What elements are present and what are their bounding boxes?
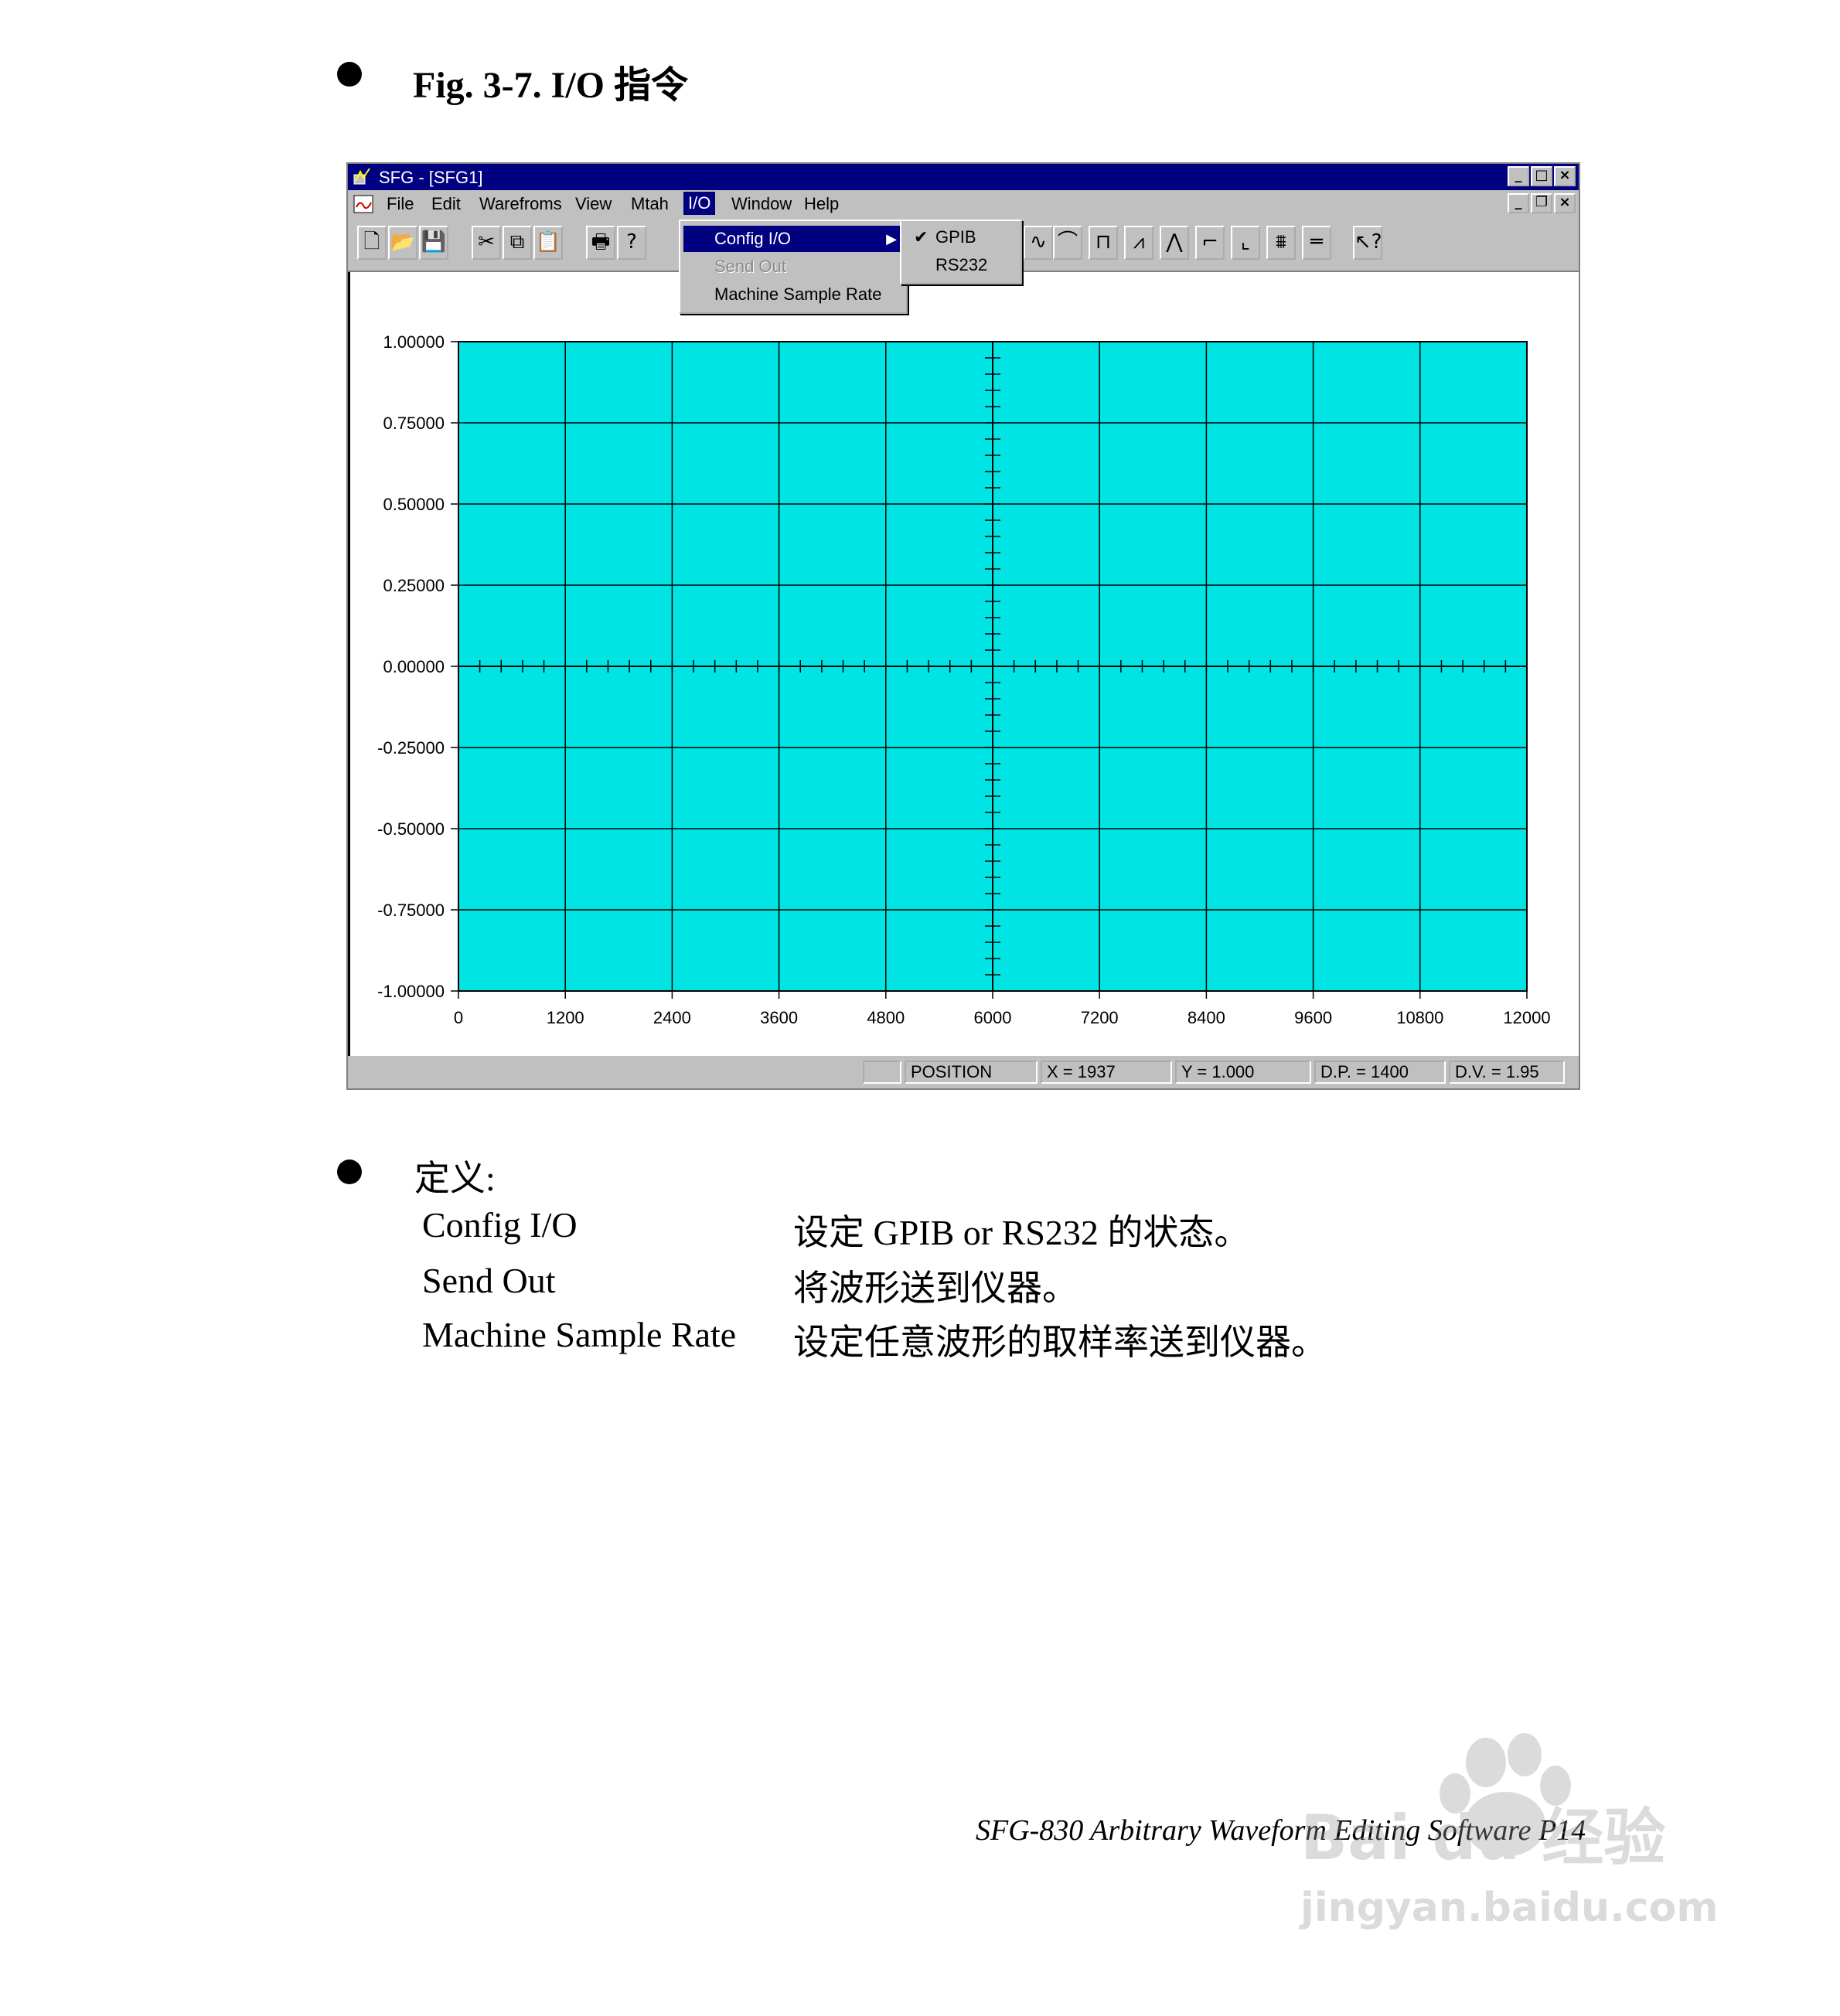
menu-edit[interactable]: Edit — [431, 194, 461, 214]
definition-term: Machine Sample Rate — [422, 1315, 737, 1354]
exp-fall-icon[interactable]: ⌞ — [1231, 226, 1260, 260]
x-tick-label: 1200 — [547, 1008, 584, 1027]
x-tick-label: 3600 — [760, 1008, 798, 1027]
x-tick-label: 8400 — [1187, 1008, 1225, 1027]
status-blank — [863, 1061, 901, 1084]
definition-term: Send Out — [422, 1261, 556, 1300]
x-tick-label: 10800 — [1396, 1008, 1443, 1027]
definition-desc: 设定任意波形的取样率送到仪器。 — [793, 1323, 1327, 1362]
maximize-icon[interactable]: □ — [1531, 166, 1552, 186]
exp-rise-icon[interactable]: ⌐ — [1195, 226, 1225, 260]
app-icon — [353, 168, 370, 185]
definitions-bullet — [337, 1160, 362, 1184]
window-title: SFG - [SFG1] — [379, 168, 483, 187]
x-tick-label: 6000 — [974, 1008, 1012, 1027]
menu-help[interactable]: Help — [804, 194, 839, 214]
y-tick-label: -0.50000 — [377, 819, 445, 839]
io-menu-dropdown: Config I/O ▶ Send Out Machine Sample Rat… — [679, 220, 908, 314]
child-minimize-icon[interactable]: _ — [1508, 193, 1529, 213]
menu-mtah[interactable]: Mtah — [631, 194, 669, 214]
close-icon[interactable]: × — [1554, 166, 1576, 186]
menu-machine-sample-rate[interactable]: Machine Sample Rate — [683, 281, 903, 308]
document-icon[interactable] — [353, 193, 374, 215]
print-icon[interactable]: 🖶 — [586, 226, 615, 260]
x-tick-label: 0 — [454, 1008, 463, 1027]
x-tick-label: 7200 — [1081, 1008, 1119, 1027]
heading-bullet — [337, 62, 362, 87]
status-y: Y = 1.000 — [1175, 1061, 1311, 1084]
menu-send-out[interactable]: Send Out — [683, 254, 903, 280]
y-tick-label: 0.25000 — [383, 576, 445, 595]
menu-window[interactable]: Window — [731, 194, 792, 214]
definition-term: Config I/O — [422, 1205, 578, 1245]
menu-file[interactable]: File — [387, 194, 414, 214]
dc-icon[interactable]: ═ — [1302, 226, 1331, 260]
y-tick-label: -0.25000 — [377, 738, 445, 758]
watermark-logo-text: Bai du 经验 — [1300, 1802, 1665, 1874]
config-io-submenu: ✔ GPIB RS232 — [900, 220, 1022, 284]
context-help-icon[interactable]: ↖? — [1353, 226, 1382, 260]
menu-io[interactable]: I/O — [683, 192, 716, 215]
menu-gpib[interactable]: ✔ GPIB — [905, 224, 1017, 250]
noise-icon[interactable]: ⩩ — [1266, 226, 1296, 260]
submenu-arrow-icon: ▶ — [886, 231, 897, 247]
paste-icon[interactable]: 📋 — [533, 226, 563, 260]
x-tick-label: 12000 — [1503, 1008, 1550, 1027]
square-icon[interactable]: ⊓ — [1089, 226, 1118, 260]
status-dp: D.P. = 1400 — [1314, 1061, 1446, 1084]
y-tick-label: 0.75000 — [383, 414, 445, 433]
x-tick-label: 2400 — [653, 1008, 691, 1027]
menu-config-io[interactable]: Config I/O ▶ — [683, 226, 903, 252]
y-tick-label: -0.75000 — [377, 901, 445, 920]
app-window: SFG - [SFG1] _ □ × File Edit Warefroms V… — [346, 162, 1580, 1090]
open-icon[interactable]: 📂 — [388, 226, 417, 260]
definition-desc: 设定 GPIB or RS232 的状态。 — [793, 1213, 1250, 1252]
save-icon[interactable]: 💾 — [419, 226, 448, 260]
child-close-icon[interactable]: × — [1554, 193, 1576, 213]
y-tick-label: 1.00000 — [383, 332, 445, 352]
status-dv: D.V. = 1.95 — [1449, 1061, 1565, 1084]
baidu-watermark-logo: Bai du 经验 jingyan.baidu.com — [1299, 1733, 1719, 1931]
checkmark-icon: ✔ — [914, 227, 929, 247]
sine-icon[interactable]: ∿ — [1024, 226, 1053, 260]
x-tick-label: 9600 — [1294, 1008, 1332, 1027]
status-x: X = 1937 — [1041, 1061, 1172, 1084]
menu-rs232[interactable]: RS232 — [905, 252, 1017, 278]
minimize-icon[interactable]: _ — [1508, 166, 1529, 186]
definition-desc: 将波形送到仪器。 — [793, 1269, 1078, 1308]
cut-icon[interactable]: ✂ — [472, 226, 501, 260]
chart-area[interactable]: 0 1200 2400 3600 4800 6000 7200 8400 9600 10800 12… — [348, 272, 1579, 1056]
help-icon[interactable]: ? — [617, 226, 646, 260]
copy-icon[interactable]: ⧉ — [503, 226, 532, 260]
status-bar: POSITION X = 1937 Y = 1.000 D.P. = 1400 … — [348, 1057, 1579, 1088]
menu-warefroms[interactable]: Warefroms — [479, 194, 562, 214]
figure-heading: Fig. 3-7. I/O 指令 — [413, 65, 688, 106]
x-tick-label: 4800 — [867, 1008, 905, 1027]
menu-bar: File Edit Warefroms View Mtah I/O Window… — [348, 190, 1579, 218]
pulse-icon[interactable]: ⋀ — [1160, 226, 1189, 260]
status-mode: POSITION — [905, 1061, 1038, 1084]
sawtooth-icon[interactable]: ⩘ — [1124, 226, 1153, 260]
definitions-title: 定义: — [414, 1159, 496, 1198]
half-sine-icon[interactable]: ⌒ — [1053, 226, 1082, 260]
menu-view[interactable]: View — [575, 194, 612, 214]
y-tick-label: 0.50000 — [383, 495, 445, 514]
y-tick-label: -1.00000 — [377, 982, 445, 1001]
y-tick-label: 0.00000 — [383, 657, 445, 676]
new-icon[interactable]: 🗋 — [357, 226, 387, 260]
title-bar[interactable]: SFG - [SFG1] _ □ × — [348, 164, 1579, 190]
watermark-url: jingyan.baidu.com — [1299, 1885, 1719, 1931]
waveform-chart[interactable]: 0 1200 2400 3600 4800 6000 7200 8400 9600 10800 12… — [350, 272, 1576, 1054]
child-restore-icon[interactable]: ❐ — [1531, 193, 1552, 213]
